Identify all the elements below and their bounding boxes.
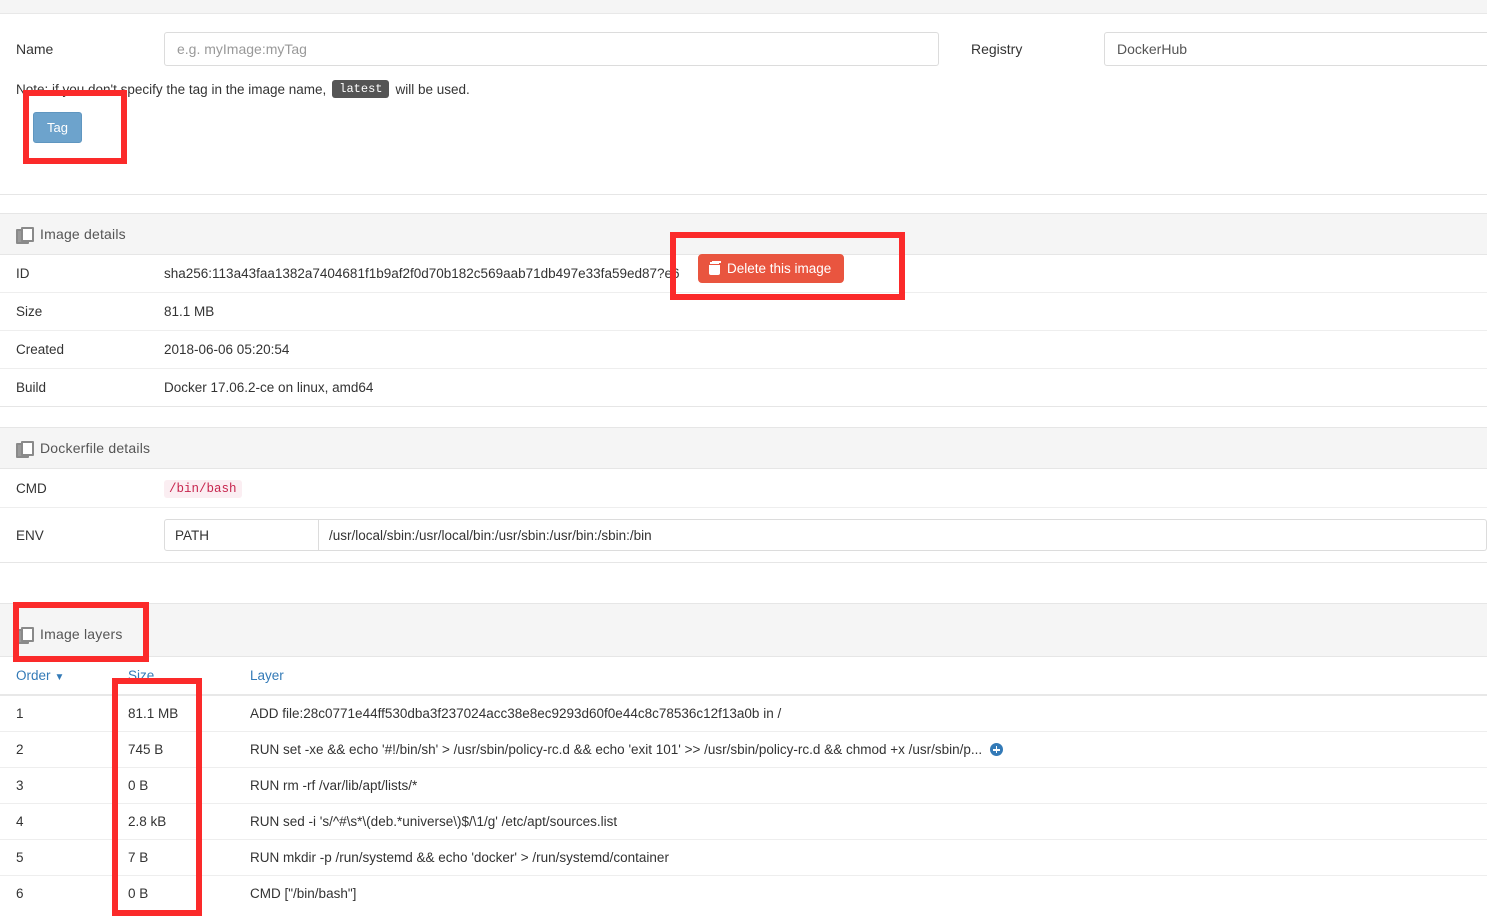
layer-command: RUN rm -rf /var/lib/apt/lists/*: [234, 767, 1487, 804]
env-value-input[interactable]: /usr/local/sbin:/usr/local/bin:/usr/sbin…: [319, 519, 1487, 551]
layer-command: RUN set -xe && echo '#!/bin/sh' > /usr/s…: [234, 731, 1487, 768]
registry-label: Registry: [971, 41, 1023, 57]
layer-size: 81.1 MB: [112, 694, 234, 732]
table-row: ID sha256:113a43faa1382a7404681f1b9af2f0…: [0, 254, 1487, 293]
image-layers-title: Image layers: [40, 626, 123, 642]
row-key-env: ENV: [0, 507, 148, 562]
image-details-table: ID sha256:113a43faa1382a7404681f1b9af2f0…: [0, 254, 1487, 406]
table-row: Build Docker 17.06.2-ce on linux, amd64: [0, 368, 1487, 406]
layer-size: 0 B: [112, 767, 234, 804]
chevron-down-icon: ▼: [54, 672, 65, 683]
row-value-size: 81.1 MB: [148, 292, 1487, 331]
dockerfile-details-table: CMD /bin/bash ENV PATH /usr/local/sbin:/…: [0, 469, 1487, 562]
create-image-form-panel: Name e.g. myImage:myTag Registry DockerH…: [0, 0, 1487, 195]
image-layers-panel: Image layers Order ▼ Size Layer 1 81.1 MB…: [0, 603, 1487, 911]
layer-order: 5: [0, 839, 112, 876]
env-key-input[interactable]: PATH: [164, 519, 319, 551]
column-header-size[interactable]: Size: [112, 657, 234, 696]
table-row: CMD /bin/bash: [0, 469, 1487, 508]
row-value-id: sha256:113a43faa1382a7404681f1b9af2f0d70…: [148, 254, 1487, 293]
dockerfile-details-title: Dockerfile details: [40, 440, 151, 456]
layer-command: RUN sed -i 's/^#\s*\(deb.*universe\)$/\1…: [234, 803, 1487, 840]
column-header-order[interactable]: Order ▼: [0, 657, 112, 696]
layer-command: ADD file:28c0771e44ff530dba3f237024acc38…: [234, 694, 1487, 732]
image-layers-body: 1 81.1 MB ADD file:28c0771e44ff530dba3f2…: [0, 694, 1487, 911]
dockerfile-details-heading: Dockerfile details: [0, 428, 1487, 469]
layer-order: 2: [0, 731, 112, 768]
table-row: 4 2.8 kB RUN sed -i 's/^#\s*\(deb.*unive…: [0, 803, 1487, 840]
dockerfile-details-panel: Dockerfile details CMD /bin/bash ENV PAT…: [0, 427, 1487, 563]
layer-command-text: RUN set -xe && echo '#!/bin/sh' > /usr/s…: [250, 742, 983, 757]
layer-command: RUN mkdir -p /run/systemd && echo 'docke…: [234, 839, 1487, 876]
form-area: Name e.g. myImage:myTag Registry DockerH…: [0, 14, 1487, 194]
table-row: 5 7 B RUN mkdir -p /run/systemd && echo …: [0, 839, 1487, 876]
row-value-cmd: /bin/bash: [148, 469, 1487, 508]
image-layers-heading: Image layers: [0, 604, 1487, 657]
row-key-cmd: CMD: [16, 480, 47, 496]
layer-order: 3: [0, 767, 112, 804]
column-header-order-label: Order: [16, 668, 51, 683]
layer-order: 6: [0, 875, 112, 911]
clone-icon: [16, 441, 34, 458]
table-header-row: Order ▼ Size Layer: [0, 657, 1487, 696]
row-value-created: 2018-06-06 05:20:54: [148, 330, 1487, 369]
layer-size: 7 B: [112, 839, 234, 876]
image-name-input[interactable]: e.g. myImage:myTag: [164, 32, 939, 66]
clone-icon: [16, 627, 34, 644]
tag-note-suffix: will be used.: [395, 81, 470, 97]
row-key-build: Build: [0, 368, 148, 406]
table-row: Created 2018-06-06 05:20:54: [0, 330, 1487, 369]
image-details-title: Image details: [40, 226, 126, 242]
table-row: Size 81.1 MB: [0, 292, 1487, 331]
delete-this-image-button[interactable]: Delete this image: [698, 254, 845, 283]
table-row: ENV PATH /usr/local/sbin:/usr/local/bin:…: [0, 507, 1487, 562]
layer-size: 745 B: [112, 731, 234, 768]
row-key-created: Created: [0, 330, 148, 369]
image-details-heading: Image details: [0, 214, 1487, 255]
page-root: Name e.g. myImage:myTag Registry DockerH…: [0, 0, 1487, 924]
row-value-env: PATH /usr/local/sbin:/usr/local/bin:/usr…: [148, 507, 1487, 562]
image-layers-table: Order ▼ Size Layer 1 81.1 MB ADD file:28c…: [0, 657, 1487, 911]
layer-size: 0 B: [112, 875, 234, 911]
image-details-panel: Image details ID sha256:113a43faa1382a74…: [0, 213, 1487, 407]
column-header-layer[interactable]: Layer: [234, 657, 1487, 696]
table-row: 3 0 B RUN rm -rf /var/lib/apt/lists/*: [0, 767, 1487, 804]
tag-note: Note: if you don't specify the tag in th…: [0, 66, 1487, 98]
registry-select[interactable]: DockerHub: [1104, 32, 1487, 66]
trash-icon: [709, 262, 720, 275]
delete-button-label: Delete this image: [727, 261, 832, 276]
name-label: Name: [16, 41, 54, 57]
layer-order: 1: [0, 694, 112, 732]
row-key-id: ID: [16, 266, 30, 281]
table-row: 6 0 B CMD ["/bin/bash"]: [0, 875, 1487, 911]
tag-note-prefix: Note: if you don't specify the tag in th…: [16, 81, 327, 97]
tag-button[interactable]: Tag: [33, 112, 82, 143]
table-row: 1 81.1 MB ADD file:28c0771e44ff530dba3f2…: [0, 694, 1487, 732]
row-key-size: Size: [0, 292, 148, 331]
panel-top-strip: [0, 0, 1487, 14]
layer-order: 4: [0, 803, 112, 840]
latest-badge: latest: [332, 80, 390, 98]
layer-size: 2.8 kB: [112, 803, 234, 840]
layer-command: CMD ["/bin/bash"]: [234, 875, 1487, 911]
image-id-text: sha256:113a43faa1382a7404681f1b9af2f0d70…: [164, 266, 680, 281]
cmd-value: /bin/bash: [164, 480, 242, 498]
expand-layer-icon[interactable]: [990, 743, 1004, 756]
env-pair: PATH /usr/local/sbin:/usr/local/bin:/usr…: [164, 519, 1487, 551]
clone-icon: [16, 227, 34, 244]
row-value-build: Docker 17.06.2-ce on linux, amd64: [148, 368, 1487, 406]
table-row: 2 745 B RUN set -xe && echo '#!/bin/sh' …: [0, 731, 1487, 768]
